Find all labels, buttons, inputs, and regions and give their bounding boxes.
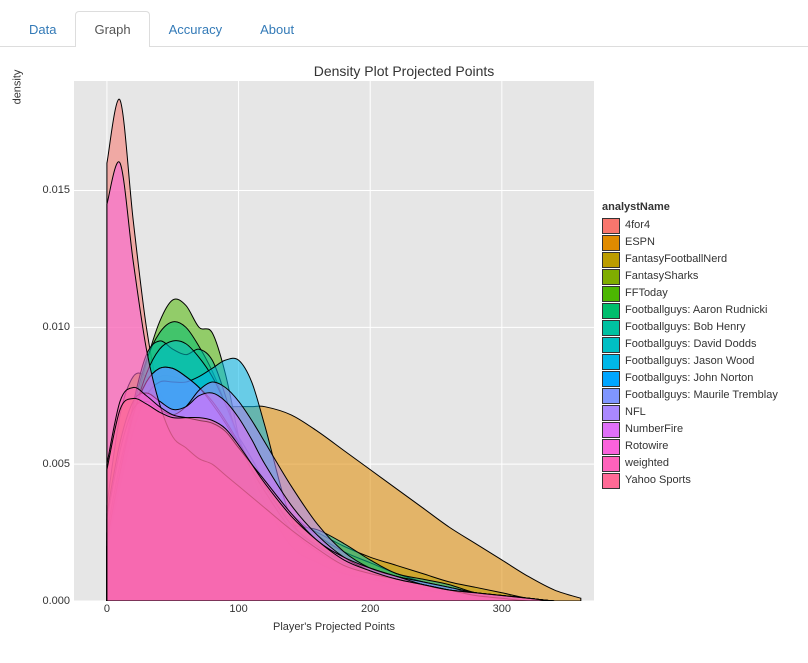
- y-tick: 0.000: [42, 595, 70, 607]
- tab-about[interactable]: About: [241, 11, 313, 47]
- legend-swatch: [602, 218, 620, 234]
- x-tick: 300: [493, 603, 511, 615]
- x-tick: 0: [104, 603, 110, 615]
- legend-label: weighted: [625, 455, 669, 472]
- legend-swatch: [602, 337, 620, 353]
- plot-panel: [74, 81, 594, 601]
- legend-item: Footballguys: Bob Henry: [602, 319, 778, 336]
- legend-label: FantasySharks: [625, 268, 698, 285]
- legend-swatch: [602, 269, 620, 285]
- legend-label: Footballguys: Jason Wood: [625, 353, 754, 370]
- legend-label: Footballguys: Maurile Tremblay: [625, 387, 778, 404]
- legend-label: Footballguys: Aaron Rudnicki: [625, 302, 767, 319]
- legend-item: Footballguys: John Norton: [602, 370, 778, 387]
- legend-label: Yahoo Sports: [625, 472, 691, 489]
- legend-label: NFL: [625, 404, 646, 421]
- legend-swatch: [602, 456, 620, 472]
- chart-title: Density Plot Projected Points: [6, 63, 802, 79]
- legend-swatch: [602, 422, 620, 438]
- legend-label: Footballguys: David Dodds: [625, 336, 756, 353]
- legend-item: Footballguys: Maurile Tremblay: [602, 387, 778, 404]
- legend-swatch: [602, 354, 620, 370]
- tabs: Data Graph Accuracy About: [0, 10, 808, 47]
- tab-accuracy[interactable]: Accuracy: [150, 11, 241, 47]
- legend-item: Footballguys: Aaron Rudnicki: [602, 302, 778, 319]
- legend-swatch: [602, 473, 620, 489]
- legend-swatch: [602, 439, 620, 455]
- legend: analystName 4for4ESPNFantasyFootballNerd…: [602, 81, 778, 489]
- legend-swatch: [602, 235, 620, 251]
- x-tick: 200: [361, 603, 379, 615]
- legend-item: Yahoo Sports: [602, 472, 778, 489]
- y-axis-ticks: 0.0000.0050.0100.015: [28, 81, 74, 601]
- legend-swatch: [602, 286, 620, 302]
- tab-graph[interactable]: Graph: [75, 11, 149, 47]
- y-tick: 0.010: [42, 321, 70, 333]
- legend-label: ESPN: [625, 234, 655, 251]
- legend-item: Footballguys: David Dodds: [602, 336, 778, 353]
- legend-item: NFL: [602, 404, 778, 421]
- legend-label: Footballguys: John Norton: [625, 370, 753, 387]
- legend-title: analystName: [602, 201, 778, 213]
- legend-item: Footballguys: Jason Wood: [602, 353, 778, 370]
- y-axis-label: density: [11, 70, 23, 105]
- x-axis-ticks: 0 100 200 300: [74, 601, 594, 617]
- legend-item: FFToday: [602, 285, 778, 302]
- legend-swatch: [602, 303, 620, 319]
- tab-data[interactable]: Data: [10, 11, 75, 47]
- legend-label: Rotowire: [625, 438, 668, 455]
- legend-swatch: [602, 405, 620, 421]
- y-tick: 0.005: [42, 458, 70, 470]
- legend-swatch: [602, 320, 620, 336]
- legend-item: FantasySharks: [602, 268, 778, 285]
- legend-label: 4for4: [625, 217, 650, 234]
- x-axis-label: Player's Projected Points: [74, 621, 594, 633]
- legend-label: Footballguys: Bob Henry: [625, 319, 745, 336]
- legend-swatch: [602, 252, 620, 268]
- legend-label: FFToday: [625, 285, 668, 302]
- legend-label: NumberFire: [625, 421, 683, 438]
- x-tick: 100: [229, 603, 247, 615]
- legend-item: FantasyFootballNerd: [602, 251, 778, 268]
- legend-item: weighted: [602, 455, 778, 472]
- legend-swatch: [602, 388, 620, 404]
- legend-swatch: [602, 371, 620, 387]
- legend-label: FantasyFootballNerd: [625, 251, 727, 268]
- y-tick: 0.015: [42, 184, 70, 196]
- legend-item: ESPN: [602, 234, 778, 251]
- density-chart: Density Plot Projected Points density 0.…: [0, 47, 808, 639]
- legend-item: 4for4: [602, 217, 778, 234]
- legend-item: Rotowire: [602, 438, 778, 455]
- legend-item: NumberFire: [602, 421, 778, 438]
